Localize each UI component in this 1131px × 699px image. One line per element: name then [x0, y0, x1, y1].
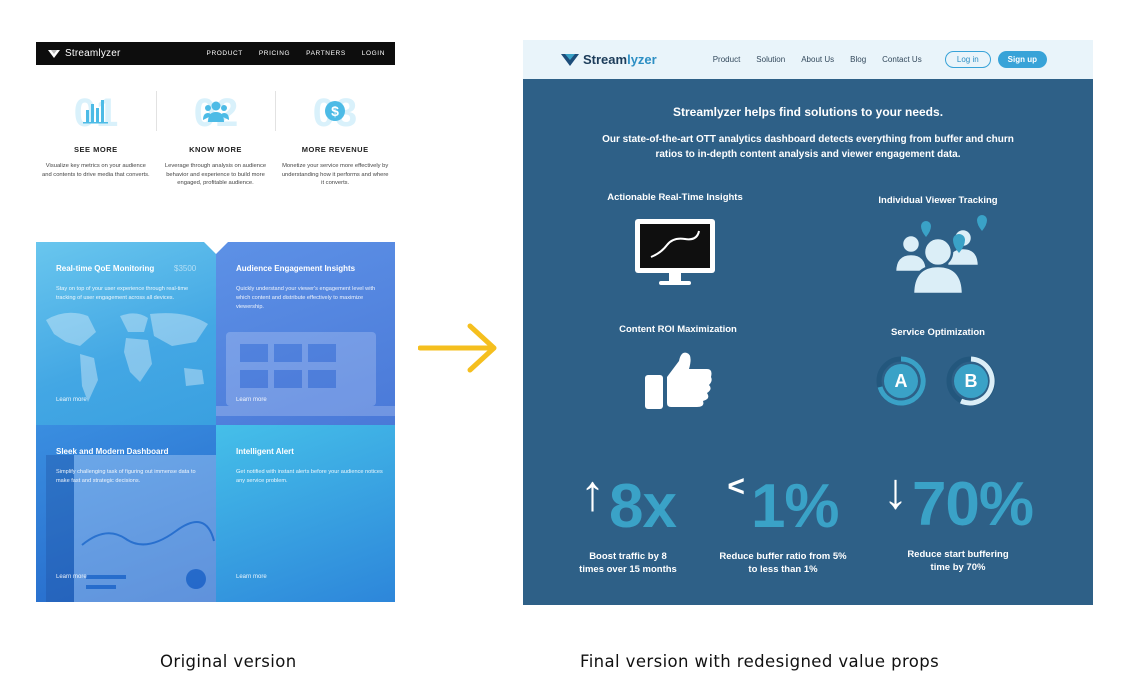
- learn-more-link[interactable]: Learn more: [56, 574, 87, 580]
- feature-service-optimization: Service Optimization A B: [853, 327, 1023, 413]
- feature-title: Service Optimization: [891, 327, 985, 338]
- feature-number-01: 01: [36, 89, 156, 133]
- feature-desc: Visualize key metrics on your audience a…: [42, 163, 150, 178]
- nav-product[interactable]: PRODUCT: [207, 50, 243, 57]
- signup-button[interactable]: Sign up: [997, 51, 1047, 68]
- stat-value: 70%: [911, 470, 1034, 539]
- comparison-stage: Streamlyzer PRODUCT PRICING PARTNERS LOG…: [0, 0, 1131, 699]
- feature-desc: Monetize your service more effectively b…: [281, 163, 389, 187]
- tile-title: Real-time QoE Monitoring: [56, 264, 155, 273]
- dollar-icon: 03 $: [313, 91, 358, 132]
- original-logo-text: Streamlyzer: [65, 48, 121, 59]
- original-navbar: Streamlyzer PRODUCT PRICING PARTNERS LOG…: [36, 42, 395, 65]
- stat-label: Reduce start buffering time by 70%: [907, 549, 1009, 574]
- stat-label: Boost traffic by 8 times over 15 months: [579, 551, 677, 576]
- less-than-icon: <: [727, 470, 745, 503]
- stat-value: 8x: [609, 472, 677, 541]
- nav-contact-us[interactable]: Contact Us: [882, 55, 922, 64]
- feature-title: Individual Viewer Tracking: [878, 195, 998, 206]
- feature-title: MORE REVENUE: [301, 145, 369, 154]
- tile-desc: Get notified with instant alerts before …: [236, 469, 383, 484]
- streamlyzer-logo-icon: [561, 53, 579, 66]
- tile-intelligent-alert[interactable]: Intelligent Alert Get notified with inst…: [216, 425, 395, 602]
- redesign-subheadline: Our state-of-the-art OTT analytics dashb…: [602, 134, 1014, 160]
- people-icon: 02: [193, 91, 238, 132]
- svg-text:$: $: [331, 103, 339, 119]
- caption-final: Final version with redesigned value prop…: [580, 652, 940, 671]
- login-button[interactable]: Log in: [944, 51, 991, 68]
- feature-number-02: 02: [156, 89, 276, 133]
- tile-desc: Stay on top of your user experience thro…: [56, 286, 189, 301]
- nav-blog[interactable]: Blog: [850, 55, 866, 64]
- feature-viewer-tracking: Individual Viewer Tracking: [843, 195, 1033, 299]
- nav-solution[interactable]: Solution: [756, 55, 785, 64]
- learn-more-link[interactable]: Learn more: [56, 397, 87, 403]
- feature-know-more: 02 KNOW MORE Leverage through analysis o…: [155, 89, 276, 243]
- stat-buffer-ratio: < 1% Reduce buffer ratio from 5% to less…: [713, 468, 853, 577]
- variant-a-label: A: [895, 371, 908, 391]
- tile-qoe-monitoring[interactable]: Real-time QoE Monitoring $3500 Stay on t…: [36, 242, 216, 425]
- tile-audience-engagement[interactable]: Audience Engagement Insights Quickly und…: [216, 242, 395, 425]
- nav-about-us[interactable]: About Us: [801, 55, 834, 64]
- ab-test-icon: A B: [876, 356, 996, 406]
- redesign-logo-text: Streamlyzer: [583, 52, 657, 67]
- tile-title: Sleek and Modern Dashboard: [56, 447, 169, 456]
- stat-traffic: ↑ 8x Boost traffic by 8 times over 15 mo…: [563, 468, 693, 577]
- nav-login[interactable]: LOGIN: [362, 50, 385, 57]
- feature-desc: Leverage through analysis on audience be…: [164, 163, 267, 187]
- feature-more-revenue: 03 $ MORE REVENUE Monetize your service …: [275, 89, 395, 243]
- redesign-mockup: Streamlyzer Product Solution About Us Bl…: [523, 40, 1093, 605]
- redesign-logo[interactable]: Streamlyzer: [561, 52, 657, 67]
- monitor-chart-icon: [635, 219, 715, 285]
- feature-title: Actionable Real-Time Insights: [607, 192, 743, 203]
- nav-partners[interactable]: PARTNERS: [306, 50, 346, 57]
- feature-title: KNOW MORE: [189, 145, 242, 154]
- feature-title: Content ROI Maximization: [619, 324, 737, 335]
- section-notch: [204, 242, 228, 254]
- redesign-headline: Streamlyzer helps find solutions to your…: [672, 105, 944, 119]
- stat-value: 1%: [750, 472, 840, 541]
- original-logo[interactable]: Streamlyzer: [48, 48, 121, 59]
- tile-desc: Quickly understand your viewer's engagem…: [236, 286, 376, 310]
- right-arrow-icon: [418, 323, 497, 373]
- learn-more-link[interactable]: Learn more: [236, 397, 267, 403]
- stat-label: Reduce buffer ratio from 5% to less than…: [719, 551, 847, 576]
- number-02-text: 02: [193, 91, 238, 132]
- original-features: 01 SEE MORE Visualize key metrics on you…: [36, 65, 395, 243]
- stat-start-buffering: ↓ 70% Reduce start buffering time by 70%: [868, 466, 1048, 575]
- nav-pricing[interactable]: PRICING: [259, 50, 290, 57]
- thumbs-up-icon: [645, 352, 712, 409]
- tile-title: Audience Engagement Insights: [236, 264, 356, 273]
- original-mockup: Streamlyzer PRODUCT PRICING PARTNERS LOG…: [36, 42, 395, 602]
- laptop-photo-icon: [216, 332, 395, 416]
- caption-original: Original version: [160, 652, 297, 671]
- streamlyzer-logo-icon: [48, 49, 60, 58]
- feature-number-03: 03 $: [275, 89, 395, 133]
- original-tile-grid: Real-time QoE Monitoring $3500 Stay on t…: [36, 242, 395, 602]
- arrow-down-icon: ↓: [882, 463, 908, 519]
- feature-realtime-insights: Actionable Real-Time Insights: [585, 192, 765, 292]
- tile-title: Intelligent Alert: [236, 447, 294, 456]
- learn-more-link[interactable]: Learn more: [236, 574, 267, 580]
- original-nav-links: PRODUCT PRICING PARTNERS LOGIN: [207, 50, 385, 57]
- feature-title: SEE MORE: [74, 145, 118, 154]
- variant-b-label: B: [965, 371, 978, 391]
- feature-roi-maximization: Content ROI Maximization: [585, 324, 771, 414]
- tile-modern-dashboard[interactable]: Sleek and Modern Dashboard Simplify chal…: [36, 425, 216, 602]
- world-map-icon: [46, 312, 208, 402]
- arrow-up-icon: ↑: [580, 465, 606, 521]
- bar-chart-icon: 01: [74, 91, 119, 132]
- redesign-nav-links: Product Solution About Us Blog Contact U…: [713, 55, 922, 64]
- redesign-navbar: Streamlyzer Product Solution About Us Bl…: [523, 40, 1093, 79]
- nav-product[interactable]: Product: [713, 55, 741, 64]
- viewer-tracking-icon: [893, 215, 987, 296]
- tile-desc: Simplify challenging task of figuring ou…: [56, 469, 196, 484]
- feature-see-more: 01 SEE MORE Visualize key metrics on you…: [36, 89, 156, 243]
